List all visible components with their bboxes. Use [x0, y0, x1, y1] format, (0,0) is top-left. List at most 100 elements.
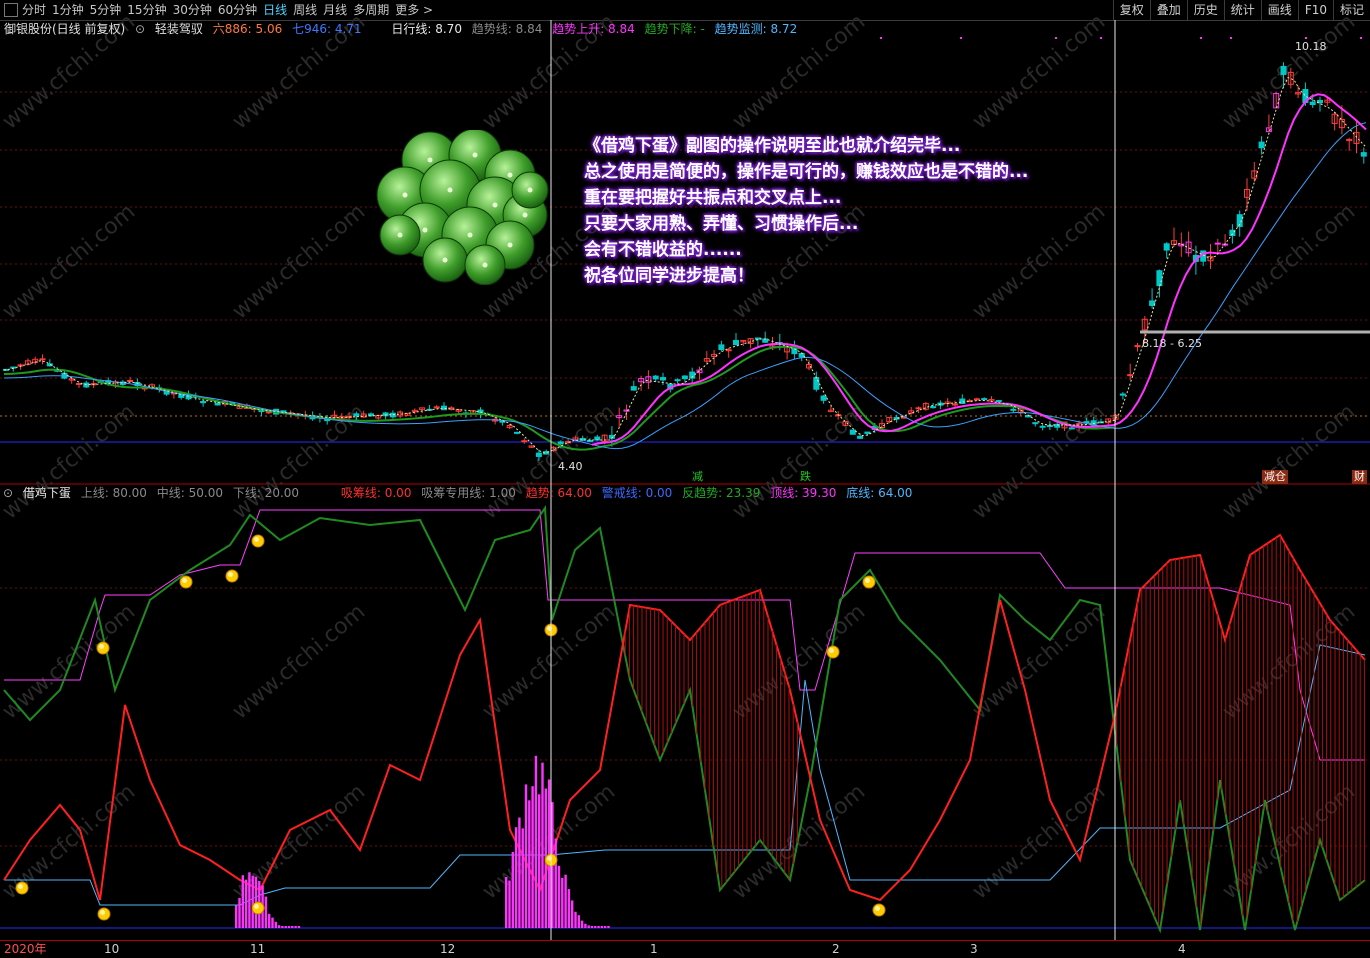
absorb-bar	[298, 926, 300, 928]
trend-line	[4, 535, 1365, 900]
watermark-text: www.cfchi.com	[968, 779, 1110, 904]
candle-body	[916, 408, 921, 409]
sub-indicator-name[interactable]: 借鸡下蛋	[23, 486, 71, 500]
plant-leaf-center	[403, 193, 408, 198]
absorb-bar	[607, 926, 609, 928]
absorb-bar	[555, 838, 557, 928]
candle-body	[1310, 102, 1315, 104]
candle-body	[1281, 66, 1286, 74]
absorb-bar	[531, 786, 533, 928]
signal-coin-highlight	[99, 644, 104, 649]
candle-body	[1157, 271, 1162, 286]
candle-body	[953, 404, 958, 405]
low-price-label: 4.40	[556, 460, 585, 474]
candle-body	[682, 376, 687, 379]
absorb-bar	[535, 756, 537, 928]
signal-coin-highlight	[18, 884, 23, 889]
candle-body	[1026, 415, 1031, 416]
reverse-trend-value: 反趋势: 23.39	[682, 486, 760, 500]
top-marker	[960, 37, 962, 39]
absorb-bar	[238, 898, 240, 928]
sub-settings-icon[interactable]: ⊙	[3, 486, 13, 500]
top-marker	[1055, 37, 1057, 39]
candle-body	[1150, 301, 1155, 306]
watermark-text: www.cfchi.com	[968, 399, 1110, 524]
candle-body	[1164, 244, 1169, 250]
overlay-line-1: 《借鸡下蛋》副图的操作说明至此也就介绍完毕...	[584, 133, 1028, 159]
absorb-bar	[558, 866, 560, 928]
candle-body	[1361, 153, 1366, 156]
top-marker	[1360, 37, 1362, 39]
plant-leaf-center	[443, 258, 448, 263]
candle-body	[719, 345, 724, 350]
signal-coin-highlight	[254, 904, 259, 909]
sub-info-bar: ⊙ 借鸡下蛋 上线: 80.00 中线: 50.00 下线: 20.00 吸筹线…	[0, 485, 918, 501]
plant-leaf-center	[508, 173, 513, 178]
overlay-line-6: 祝各位同学进步提高！	[584, 263, 1028, 289]
absorb-special-value: 吸筹专用线: 1.00	[421, 486, 516, 500]
absorb-bar	[591, 926, 593, 928]
absorb-bar	[294, 926, 296, 928]
candle-body	[1040, 426, 1045, 427]
candle-body	[40, 359, 45, 360]
top-marker	[1100, 37, 1102, 39]
candle-body	[858, 436, 863, 438]
watermark-text: www.cfchi.com	[228, 199, 370, 324]
signal-label-1: 减	[690, 470, 705, 484]
absorb-bar	[275, 922, 277, 928]
overlay-line-3: 重在要把握好共振点和交叉点上...	[584, 185, 1028, 211]
trend-up-value: 趋势上升: 8.84	[552, 22, 635, 36]
overlay-line-2: 总之使用是简便的，操作是可行的，赚钱效应也是不错的...	[584, 159, 1028, 185]
absorb-bar	[604, 926, 606, 928]
signal-label-4: 财	[1352, 470, 1367, 484]
absorb-bar	[571, 900, 573, 928]
absorb-bar	[252, 876, 254, 928]
indicator-name[interactable]: 轻装驾驭	[155, 22, 203, 36]
x-label-10: 10	[104, 941, 119, 957]
settings-icon[interactable]: ⊙	[135, 22, 145, 36]
x-label-4: 4	[1178, 941, 1186, 957]
absorb-bar	[508, 880, 510, 928]
stock-name[interactable]: 御银股份(日线 前复权)	[4, 22, 125, 36]
watermark-text: www.cfchi.com	[728, 399, 870, 524]
candle-body	[1033, 423, 1038, 424]
candle-body	[675, 380, 680, 381]
candle-body	[1047, 425, 1052, 426]
absorb-bar	[522, 828, 524, 928]
watermark-text: www.cfchi.com	[228, 599, 370, 724]
absorb-bar	[581, 921, 583, 928]
candle-body	[595, 437, 600, 440]
watermark-text: www.cfchi.com	[0, 199, 140, 324]
candle-body	[1128, 375, 1133, 376]
x-label-12: 12	[440, 941, 455, 957]
top-marker	[1200, 37, 1202, 39]
plant-leaf-center	[423, 228, 428, 233]
trend-sub-value: 趋势: 64.00	[526, 486, 592, 500]
watermark-text: www.cfchi.com	[728, 599, 870, 724]
candle-body	[661, 378, 666, 380]
x-label-2020: 2020年	[4, 941, 47, 957]
plant-leaf-center	[483, 263, 488, 268]
candle-body	[799, 353, 804, 356]
trend-value: 趋势线: 8.84	[472, 22, 543, 36]
candle-body	[77, 383, 82, 384]
candle-body	[354, 414, 359, 416]
candle-body	[865, 432, 870, 433]
middle-line-value: 中线: 50.00	[157, 486, 223, 500]
candle-body	[974, 399, 979, 400]
candle-body	[1120, 394, 1125, 395]
candle-body	[84, 383, 89, 387]
candle-body	[522, 441, 527, 442]
signal-coin-highlight	[865, 578, 870, 583]
plant-leaf-center	[473, 153, 478, 158]
candle-body	[996, 401, 1001, 402]
x-label-2: 2	[832, 941, 840, 957]
candle-body	[1011, 409, 1016, 410]
candle-body	[215, 403, 220, 405]
absorb-bar	[525, 784, 527, 928]
warning-line-value: 警戒线: 0.00	[602, 486, 673, 500]
absorb-bar	[594, 926, 596, 928]
ma7-value: 七946: 4.71	[292, 22, 361, 36]
overlay-line-4: 只要大家用熟、弄懂、习惯操作后...	[584, 211, 1028, 237]
candle-body	[734, 340, 739, 344]
